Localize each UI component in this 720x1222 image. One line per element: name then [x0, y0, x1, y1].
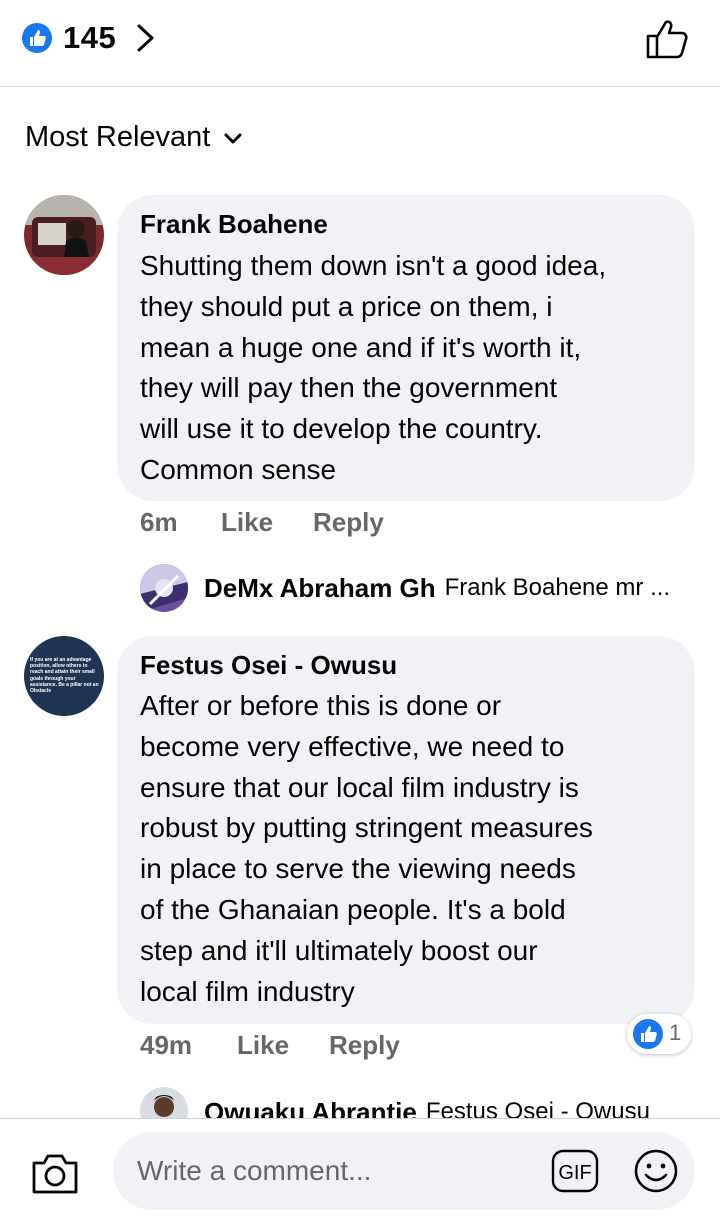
reply-text: Frank Boahene mr ... [444, 574, 671, 601]
reactions-header: 145 [0, 0, 720, 87]
avatar-quote-text: If you are at an advantage position, all… [30, 657, 99, 695]
comment-line: will use it to develop the country. [140, 413, 543, 445]
comment-line: they will pay then the government [140, 372, 558, 404]
comment-text: After or before this is done or become v… [140, 686, 593, 1012]
comment-bubble[interactable]: Festus Osei - Owusu After or before this… [117, 636, 695, 1024]
comment-line: local film industry [140, 975, 355, 1007]
chevron-right-icon[interactable] [134, 20, 158, 56]
comment-input-container[interactable]: GIF [113, 1132, 695, 1210]
comment-author[interactable]: Frank Boahene [140, 209, 328, 240]
comment-reactions[interactable]: 1 [627, 1014, 691, 1054]
reaction-count[interactable]: 145 [63, 20, 116, 56]
like-button[interactable]: Like [221, 507, 273, 538]
comment-composer: GIF [0, 1118, 720, 1222]
comment-time: 6m [140, 507, 178, 537]
comment-line: Shutting them down isn't a good idea, [140, 250, 607, 281]
comment-bubble[interactable]: Frank Boahene Shutting them down isn't a… [117, 195, 695, 501]
sort-label: Most Relevant [25, 120, 211, 153]
comment-line: Common sense [140, 453, 337, 485]
comment-line: robust by putting stringent measures [140, 812, 593, 844]
reply-author[interactable]: DeMx Abraham Gh [204, 573, 436, 604]
reaction-count: 1 [669, 1020, 682, 1045]
thumbs-up-icon [633, 1019, 663, 1049]
thumbs-up-icon [22, 23, 52, 53]
comment-line: mean a huge one and if it's worth it, [140, 331, 582, 363]
reply-preview[interactable]: DeMx Abraham Gh Frank Boahene mr ... [204, 568, 670, 608]
avatar[interactable] [24, 195, 104, 275]
avatar[interactable] [140, 564, 188, 612]
comment-line: After or before this is done or [140, 690, 502, 721]
comment-line: of the Ghanaian people. It's a bold [140, 893, 566, 925]
like-button[interactable]: Like [237, 1030, 289, 1061]
thumbs-up-outline-icon[interactable] [644, 18, 690, 60]
comment-line: become very effective, we need to [140, 730, 565, 762]
reply-button[interactable]: Reply [329, 1030, 400, 1061]
comment-author[interactable]: Festus Osei - Owusu [140, 650, 397, 681]
comment-input[interactable] [137, 1146, 537, 1196]
camera-icon[interactable] [30, 1151, 80, 1195]
gif-button[interactable]: GIF [551, 1149, 599, 1193]
avatar[interactable]: If you are at an advantage position, all… [24, 636, 104, 716]
comment-line: in place to serve the viewing needs [140, 853, 576, 885]
smiley-icon[interactable] [633, 1148, 679, 1194]
comment-line: ensure that our local film industry is [140, 771, 579, 803]
chevron-down-icon [224, 133, 242, 144]
sort-dropdown[interactable]: Most Relevant [25, 117, 243, 157]
gif-label: GIF [558, 1162, 591, 1184]
comment-line: they should put a price on them, i [140, 290, 553, 322]
comment-line: step and it'll ultimately boost our [140, 934, 538, 966]
comment-time: 49m [140, 1030, 193, 1060]
comment-text: Shutting them down isn't a good idea, th… [140, 246, 606, 491]
reply-button[interactable]: Reply [313, 507, 384, 538]
